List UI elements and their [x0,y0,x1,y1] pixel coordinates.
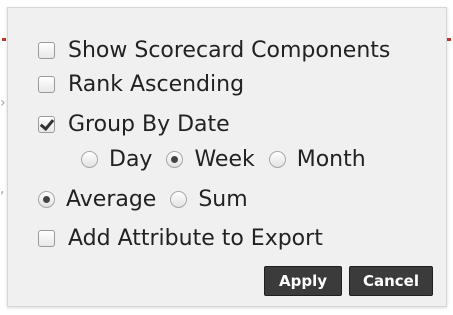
date-granularity-group: Day Week Month [81,142,380,176]
apply-button[interactable]: Apply [264,266,342,296]
screen: › , Show Scorecard Components Rank Ascen… [0,0,453,315]
aggregation-group: Average Sum [38,182,262,216]
granularity-day-radio[interactable] [81,150,98,168]
background-fragment [2,38,6,41]
background-fragment: , [0,181,5,197]
show-scorecard-components-label: Show Scorecard Components [68,37,391,63]
granularity-month-option[interactable]: Month [268,146,366,172]
granularity-month-radio[interactable] [268,150,286,168]
granularity-month-label: Month [296,146,366,172]
granularity-week-radio[interactable] [166,150,184,168]
granularity-week-option[interactable]: Week [166,146,255,172]
granularity-day-label: Day [109,146,153,172]
rank-ascending-checkbox[interactable] [38,75,55,93]
group-by-date-checkbox[interactable] [38,115,55,133]
background-fragment: › [0,95,6,111]
rank-ascending-option[interactable]: Rank Ascending [38,67,244,101]
background-fragment [447,38,451,41]
aggregation-sum-radio[interactable] [170,190,188,208]
aggregation-average-label: Average [66,186,157,212]
granularity-week-label: Week [194,146,255,172]
show-scorecard-components-option[interactable]: Show Scorecard Components [38,33,390,67]
options-popup: Show Scorecard Components Rank Ascending… [7,7,447,307]
granularity-day-option[interactable]: Day [81,147,152,172]
add-attribute-to-export-label: Add Attribute to Export [68,225,323,251]
aggregation-average-option[interactable]: Average [38,187,156,212]
add-attribute-to-export-option[interactable]: Add Attribute to Export [38,221,323,255]
cancel-button[interactable]: Cancel [349,266,433,296]
aggregation-average-radio[interactable] [38,190,55,208]
rank-ascending-label: Rank Ascending [68,71,245,97]
group-by-date-option[interactable]: Group By Date [38,107,230,141]
aggregation-sum-label: Sum [198,186,248,212]
show-scorecard-components-checkbox[interactable] [38,41,55,59]
group-by-date-label: Group By Date [68,111,230,137]
add-attribute-to-export-checkbox[interactable] [38,229,55,247]
aggregation-sum-option[interactable]: Sum [170,186,248,212]
